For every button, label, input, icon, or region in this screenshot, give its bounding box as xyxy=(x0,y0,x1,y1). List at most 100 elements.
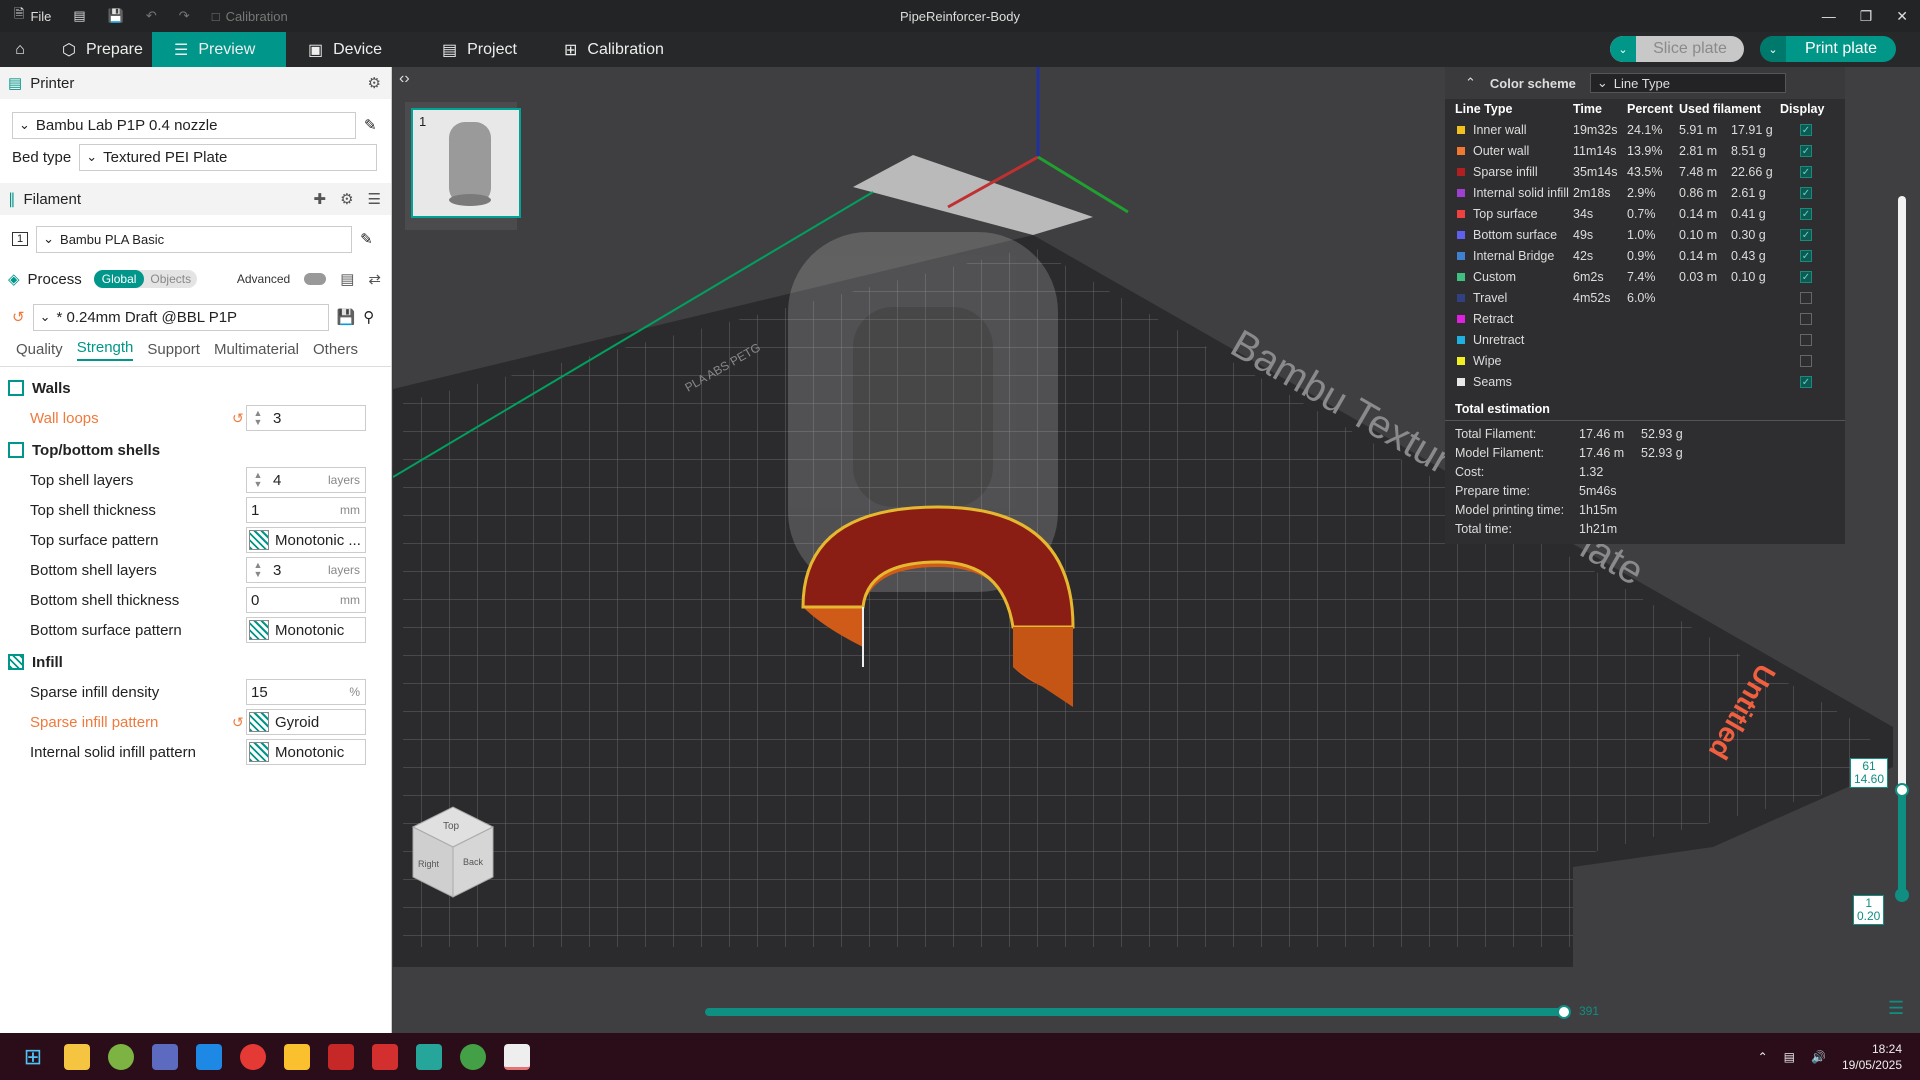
clock[interactable]: 18:24 19/05/2025 xyxy=(1842,1041,1902,1073)
stepper-icon[interactable]: ▲ ▼ xyxy=(247,561,269,579)
dashboard-icon[interactable]: ▤ xyxy=(73,8,85,24)
tab-quality[interactable]: Quality xyxy=(16,341,63,358)
search-icon[interactable]: ⚲ xyxy=(363,308,374,326)
internal-solid-infill-pattern-select[interactable]: Monotonic xyxy=(246,739,366,765)
color-swatch xyxy=(1457,336,1465,345)
advanced-toggle[interactable] xyxy=(304,273,327,285)
reset-icon[interactable]: ↺ xyxy=(232,714,244,731)
display-checkbox[interactable]: ✓ xyxy=(1800,271,1812,284)
redo-icon[interactable]: ↷ xyxy=(179,8,190,24)
display-checkbox[interactable]: ✓ xyxy=(1800,208,1812,221)
display-checkbox[interactable]: ✓ xyxy=(1800,376,1812,389)
file-explorer-icon[interactable] xyxy=(64,1043,90,1070)
save-icon[interactable]: 💾 xyxy=(108,8,124,24)
tab-prepare[interactable]: ⬡ Prepare xyxy=(40,32,152,67)
compare-icon[interactable]: ▤ xyxy=(340,270,354,288)
save-icon[interactable]: 💾 xyxy=(337,308,356,326)
vscode-icon[interactable] xyxy=(196,1043,222,1070)
volume-icon[interactable]: 🔊 xyxy=(1811,1050,1826,1064)
cad-app-icon[interactable] xyxy=(372,1043,398,1070)
chrome-icon[interactable] xyxy=(460,1043,486,1070)
display-checkbox[interactable]: ✓ xyxy=(1800,187,1812,200)
chevron-down-icon[interactable]: ⌄ xyxy=(1760,36,1786,62)
tab-multimaterial[interactable]: Multimaterial xyxy=(214,341,299,358)
file-menu[interactable]: 🗎 File xyxy=(14,5,51,27)
collapse-thumbnails-icon[interactable]: ‹› xyxy=(399,70,410,88)
filament-settings-icon[interactable]: ⚙ xyxy=(340,190,353,208)
reset-icon[interactable]: ↺ xyxy=(232,410,244,427)
close-icon[interactable]: ✕ xyxy=(1896,8,1908,25)
calibration-menu[interactable]: □ Calibration xyxy=(212,9,288,24)
global-toggle[interactable]: Global xyxy=(93,270,145,288)
app-icon[interactable] xyxy=(328,1043,354,1070)
process-preset-select[interactable]: ⌄ * 0.24mm Draft @BBL P1P xyxy=(32,303,329,331)
app-icon[interactable] xyxy=(416,1043,442,1070)
settings-sliders-icon[interactable]: ⚙ xyxy=(368,74,381,92)
minimize-icon[interactable]: — xyxy=(1822,8,1836,24)
filament-select[interactable]: ⌄ Bambu PLA Basic xyxy=(36,225,353,253)
tab-support[interactable]: Support xyxy=(147,341,200,358)
layer-top-handle[interactable] xyxy=(1895,783,1909,797)
move-slider-handle[interactable] xyxy=(1557,1005,1571,1019)
layer-bottom-handle[interactable] xyxy=(1895,888,1909,902)
slice-plate-button[interactable]: ⌄ Slice plate xyxy=(1610,36,1744,62)
line-type-row: Internal solid infill 2m18s 2.9% 0.86 m 2.61… xyxy=(1445,182,1845,203)
bed-type-select[interactable]: ⌄ Textured PEI Plate xyxy=(79,143,378,171)
color-scheme-select[interactable]: ⌄ Line Type xyxy=(1589,73,1786,93)
reset-icon[interactable]: ↺ xyxy=(12,308,25,326)
display-checkbox[interactable] xyxy=(1800,292,1812,305)
display-checkbox[interactable]: ✓ xyxy=(1800,229,1812,242)
filament-header: ∥ Filament ✚ ⚙ ☰ xyxy=(0,183,391,215)
display-checkbox[interactable]: ✓ xyxy=(1800,145,1812,158)
bambu-studio-icon[interactable] xyxy=(504,1043,530,1070)
tab-device[interactable]: ▣ Device xyxy=(286,32,420,67)
top-surface-pattern-select[interactable]: Monotonic ... xyxy=(246,527,366,553)
print-plate-button[interactable]: ⌄ Print plate xyxy=(1760,36,1896,62)
tab-preview[interactable]: ☰ Preview xyxy=(152,32,286,67)
tab-project[interactable]: ▤ Project xyxy=(420,32,542,67)
sync-icon[interactable]: ⇄ xyxy=(368,270,381,288)
plate-thumbnail[interactable]: 1 xyxy=(411,108,521,218)
wall-loops-input[interactable]: ▲ ▼ 3 xyxy=(246,405,366,431)
chevron-down-icon[interactable]: ⌄ xyxy=(1610,36,1636,62)
display-checkbox[interactable]: ✓ xyxy=(1800,124,1812,137)
undo-icon[interactable]: ↶ xyxy=(146,8,157,24)
game-app-icon[interactable] xyxy=(152,1043,178,1070)
chevron-up-icon[interactable]: ⌃ xyxy=(1758,1050,1768,1064)
gcode-move-slider[interactable] xyxy=(705,1008,1566,1016)
bottom-shell-thickness-input[interactable]: 0 mm xyxy=(246,587,366,613)
printer-select[interactable]: ⌄ Bambu Lab P1P 0.4 nozzle xyxy=(12,111,356,139)
home-button[interactable]: ⌂ xyxy=(0,32,40,67)
restore-icon[interactable]: ❐ xyxy=(1860,8,1873,25)
top-shell-thickness-input[interactable]: 1 mm xyxy=(246,497,366,523)
app-icon[interactable] xyxy=(284,1043,310,1070)
stepper-icon[interactable]: ▲ ▼ xyxy=(247,409,269,427)
sparse-infill-density-input[interactable]: 15% xyxy=(246,679,366,705)
app-icon[interactable] xyxy=(240,1043,266,1070)
edit-icon[interactable]: ✎ xyxy=(364,116,377,134)
display-checkbox[interactable]: ✓ xyxy=(1800,166,1812,179)
color-swatch xyxy=(1457,231,1465,240)
display-checkbox[interactable] xyxy=(1800,313,1812,326)
tab-strength[interactable]: Strength xyxy=(76,339,134,361)
add-filament-icon[interactable]: ✚ xyxy=(314,190,327,208)
sparse-infill-pattern-select[interactable]: Gyroid xyxy=(246,709,366,735)
network-icon[interactable]: ▤ xyxy=(1784,1050,1795,1064)
cloud-app-icon[interactable] xyxy=(108,1043,134,1070)
tab-others[interactable]: Others xyxy=(313,341,358,358)
bottom-surface-pattern-select[interactable]: Monotonic xyxy=(246,617,366,643)
edit-icon[interactable]: ✎ xyxy=(360,230,373,248)
start-icon[interactable]: ⊞ xyxy=(20,1044,46,1070)
display-checkbox[interactable]: ✓ xyxy=(1800,250,1812,263)
collapse-icon[interactable]: ⌃ xyxy=(1465,75,1476,91)
display-checkbox[interactable] xyxy=(1800,355,1812,368)
bottom-shell-layers-input[interactable]: ▲ ▼ 3 layers xyxy=(246,557,366,583)
stepper-icon[interactable]: ▲ ▼ xyxy=(247,471,269,489)
layers-stack-icon[interactable]: ☰ xyxy=(1888,998,1904,1019)
cube-back-label: Back xyxy=(463,857,484,867)
settings-sliders-icon[interactable]: ☰ xyxy=(368,190,381,208)
objects-toggle[interactable]: Objects xyxy=(144,270,197,288)
tab-calibration[interactable]: ⊞ Calibration xyxy=(542,32,686,67)
top-shell-layers-input[interactable]: ▲ ▼ 4 layers xyxy=(246,467,366,493)
display-checkbox[interactable] xyxy=(1800,334,1812,347)
